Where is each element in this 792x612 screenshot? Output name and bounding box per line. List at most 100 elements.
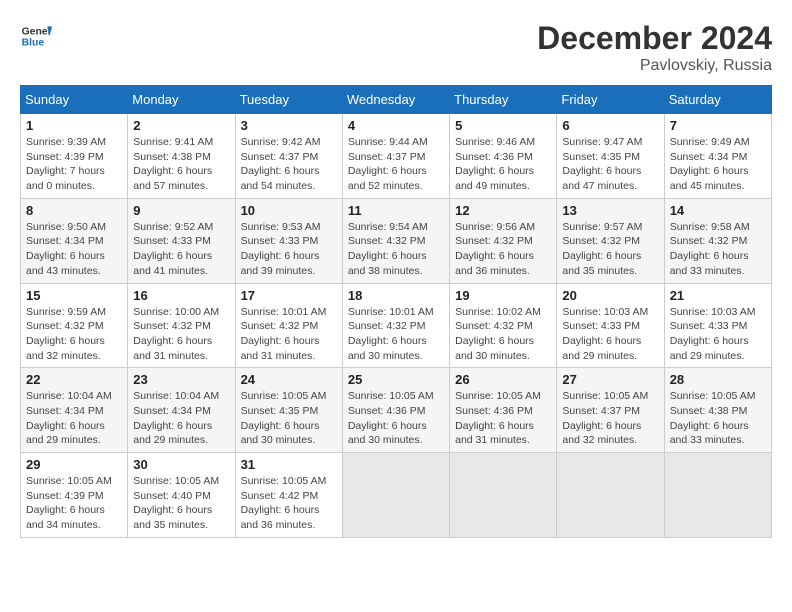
day-info: Sunrise: 10:05 AM Sunset: 4:38 PM Daylig…: [670, 389, 766, 448]
day-info: Sunrise: 9:46 AM Sunset: 4:36 PM Dayligh…: [455, 135, 551, 194]
week-row-4: 22 Sunrise: 10:04 AM Sunset: 4:34 PM Dayl…: [21, 368, 772, 453]
calendar-cell: 16Sunrise: 10:00 AM Sunset: 4:32 PM Dayl…: [128, 283, 235, 368]
day-number: 11: [348, 203, 444, 218]
calendar-cell: 28 Sunrise: 10:05 AM Sunset: 4:38 PM Dayl…: [664, 368, 771, 453]
calendar-cell: 15 Sunrise: 9:59 AM Sunset: 4:32 PM Dayli…: [21, 283, 128, 368]
day-number: 15: [26, 288, 122, 303]
calendar-cell: 11 Sunrise: 9:54 AM Sunset: 4:32 PM Dayli…: [342, 198, 449, 283]
calendar-cell: 20Sunrise: 10:03 AM Sunset: 4:33 PM Dayl…: [557, 283, 664, 368]
svg-text:Blue: Blue: [22, 38, 45, 49]
day-number: 28: [670, 372, 766, 387]
day-info: Sunrise: 10:05 AM Sunset: 4:36 PM Daylig…: [455, 389, 551, 448]
calendar-cell: 4 Sunrise: 9:44 AM Sunset: 4:37 PM Daylig…: [342, 114, 449, 199]
weekday-header-sunday: Sunday: [21, 86, 128, 114]
calendar-cell: 31 Sunrise: 10:05 AM Sunset: 4:42 PM Dayl…: [235, 453, 342, 538]
day-number: 9: [133, 203, 229, 218]
day-number: 5: [455, 118, 551, 133]
day-info: Sunrise: 10:02 AM Sunset: 4:32 PM Daylig…: [455, 305, 551, 364]
day-info: Sunrise: 9:49 AM Sunset: 4:34 PM Dayligh…: [670, 135, 766, 194]
calendar-cell: 18 Sunrise: 10:01 AM Sunset: 4:32 PM Dayl…: [342, 283, 449, 368]
weekday-header-saturday: Saturday: [664, 86, 771, 114]
calendar-cell: 9 Sunrise: 9:52 AM Sunset: 4:33 PM Daylig…: [128, 198, 235, 283]
svg-text:General: General: [22, 26, 52, 37]
weekday-header-monday: Monday: [128, 86, 235, 114]
day-number: 3: [241, 118, 337, 133]
day-number: 24: [241, 372, 337, 387]
calendar-cell: 27 Sunrise: 10:05 AM Sunset: 4:37 PM Dayl…: [557, 368, 664, 453]
month-title: December 2024: [537, 20, 772, 57]
day-info: Sunrise: 10:05 AM Sunset: 4:42 PM Daylig…: [241, 474, 337, 533]
day-info: Sunrise: 10:05 AM Sunset: 4:36 PM Daylig…: [348, 389, 444, 448]
calendar-cell: 12 Sunrise: 9:56 AM Sunset: 4:32 PM Dayli…: [450, 198, 557, 283]
calendar-cell: 10Sunrise: 9:53 AM Sunset: 4:33 PM Dayli…: [235, 198, 342, 283]
calendar-cell: 21 Sunrise: 10:03 AM Sunset: 4:33 PM Dayl…: [664, 283, 771, 368]
day-number: 14: [670, 203, 766, 218]
day-number: 8: [26, 203, 122, 218]
day-number: 31: [241, 457, 337, 472]
day-number: 17: [241, 288, 337, 303]
day-info: Sunrise: 9:54 AM Sunset: 4:32 PM Dayligh…: [348, 220, 444, 279]
calendar-cell: 14Sunrise: 9:58 AM Sunset: 4:32 PM Dayli…: [664, 198, 771, 283]
calendar-cell: 6Sunrise: 9:47 AM Sunset: 4:35 PM Daylig…: [557, 114, 664, 199]
calendar-cell: 24 Sunrise: 10:05 AM Sunset: 4:35 PM Dayl…: [235, 368, 342, 453]
weekday-header-friday: Friday: [557, 86, 664, 114]
day-info: Sunrise: 10:05 AM Sunset: 4:37 PM Daylig…: [562, 389, 658, 448]
day-number: 10: [241, 203, 337, 218]
calendar-cell: 26 Sunrise: 10:05 AM Sunset: 4:36 PM Dayl…: [450, 368, 557, 453]
week-row-1: 1Sunrise: 9:39 AM Sunset: 4:39 PM Daylig…: [21, 114, 772, 199]
calendar-cell: 17 Sunrise: 10:01 AM Sunset: 4:32 PM Dayl…: [235, 283, 342, 368]
day-number: 4: [348, 118, 444, 133]
day-info: Sunrise: 9:56 AM Sunset: 4:32 PM Dayligh…: [455, 220, 551, 279]
calendar-table: SundayMondayTuesdayWednesdayThursdayFrid…: [20, 85, 772, 538]
day-info: Sunrise: 10:01 AM Sunset: 4:32 PM Daylig…: [241, 305, 337, 364]
day-info: Sunrise: 10:00 AM Sunset: 4:32 PM Daylig…: [133, 305, 229, 364]
day-number: 21: [670, 288, 766, 303]
day-info: Sunrise: 9:57 AM Sunset: 4:32 PM Dayligh…: [562, 220, 658, 279]
day-info: Sunrise: 9:52 AM Sunset: 4:33 PM Dayligh…: [133, 220, 229, 279]
calendar-cell: 23 Sunrise: 10:04 AM Sunset: 4:34 PM Dayl…: [128, 368, 235, 453]
calendar-cell: 29Sunrise: 10:05 AM Sunset: 4:39 PM Dayl…: [21, 453, 128, 538]
logo: General Blue: [20, 20, 52, 52]
calendar-cell: [450, 453, 557, 538]
day-number: 23: [133, 372, 229, 387]
title-block: December 2024 Pavlovskiy, Russia: [537, 20, 772, 75]
day-number: 25: [348, 372, 444, 387]
day-number: 2: [133, 118, 229, 133]
day-info: Sunrise: 10:05 AM Sunset: 4:35 PM Daylig…: [241, 389, 337, 448]
day-number: 12: [455, 203, 551, 218]
week-row-5: 29Sunrise: 10:05 AM Sunset: 4:39 PM Dayl…: [21, 453, 772, 538]
day-number: 19: [455, 288, 551, 303]
day-info: Sunrise: 10:01 AM Sunset: 4:32 PM Daylig…: [348, 305, 444, 364]
day-info: Sunrise: 10:04 AM Sunset: 4:34 PM Daylig…: [133, 389, 229, 448]
weekday-header-tuesday: Tuesday: [235, 86, 342, 114]
calendar-cell: 7Sunrise: 9:49 AM Sunset: 4:34 PM Daylig…: [664, 114, 771, 199]
day-info: Sunrise: 9:59 AM Sunset: 4:32 PM Dayligh…: [26, 305, 122, 364]
calendar-cell: 1Sunrise: 9:39 AM Sunset: 4:39 PM Daylig…: [21, 114, 128, 199]
weekday-header-thursday: Thursday: [450, 86, 557, 114]
calendar-cell: 13Sunrise: 9:57 AM Sunset: 4:32 PM Dayli…: [557, 198, 664, 283]
calendar-cell: 19 Sunrise: 10:02 AM Sunset: 4:32 PM Dayl…: [450, 283, 557, 368]
calendar-cell: 30 Sunrise: 10:05 AM Sunset: 4:40 PM Dayl…: [128, 453, 235, 538]
day-number: 30: [133, 457, 229, 472]
calendar-cell: 25 Sunrise: 10:05 AM Sunset: 4:36 PM Dayl…: [342, 368, 449, 453]
calendar-cell: 3Sunrise: 9:42 AM Sunset: 4:37 PM Daylig…: [235, 114, 342, 199]
day-info: Sunrise: 10:03 AM Sunset: 4:33 PM Daylig…: [670, 305, 766, 364]
day-number: 6: [562, 118, 658, 133]
logo-icon: General Blue: [20, 20, 52, 52]
calendar-cell: [342, 453, 449, 538]
day-info: Sunrise: 10:05 AM Sunset: 4:40 PM Daylig…: [133, 474, 229, 533]
day-info: Sunrise: 9:41 AM Sunset: 4:38 PM Dayligh…: [133, 135, 229, 194]
day-info: Sunrise: 9:39 AM Sunset: 4:39 PM Dayligh…: [26, 135, 122, 194]
day-number: 20: [562, 288, 658, 303]
day-info: Sunrise: 9:44 AM Sunset: 4:37 PM Dayligh…: [348, 135, 444, 194]
day-info: Sunrise: 9:50 AM Sunset: 4:34 PM Dayligh…: [26, 220, 122, 279]
day-number: 26: [455, 372, 551, 387]
day-number: 18: [348, 288, 444, 303]
calendar-cell: 8 Sunrise: 9:50 AM Sunset: 4:34 PM Daylig…: [21, 198, 128, 283]
day-number: 29: [26, 457, 122, 472]
calendar-cell: [557, 453, 664, 538]
day-number: 27: [562, 372, 658, 387]
page-header: General Blue December 2024 Pavlovskiy, R…: [20, 20, 772, 75]
day-number: 22: [26, 372, 122, 387]
calendar-cell: 2 Sunrise: 9:41 AM Sunset: 4:38 PM Daylig…: [128, 114, 235, 199]
